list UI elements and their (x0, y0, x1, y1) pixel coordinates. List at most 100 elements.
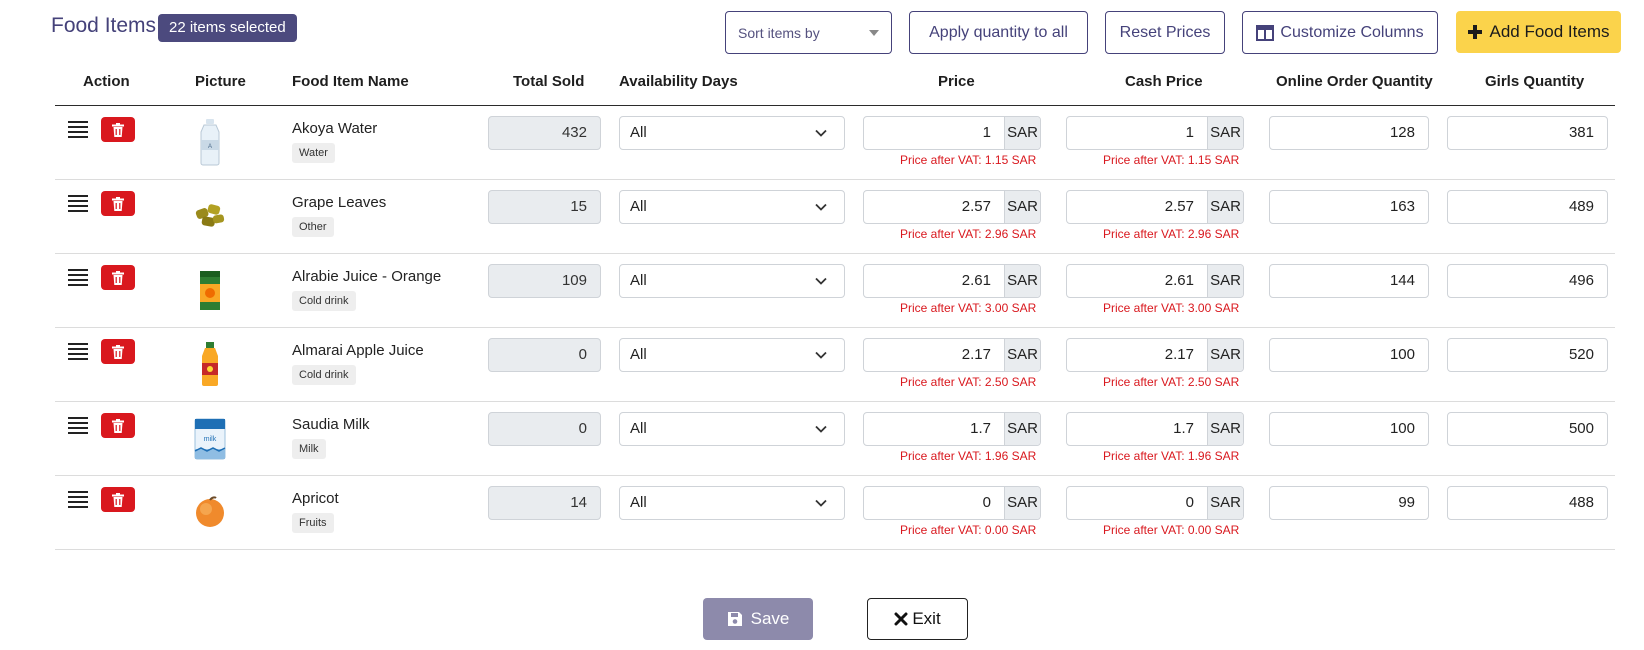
chevron-down-icon (815, 499, 827, 507)
availability-value: All (630, 198, 647, 215)
col-header-price: Price (938, 73, 975, 90)
chevron-down-icon (815, 129, 827, 137)
total-sold-field: 14 (488, 486, 601, 520)
col-header-availability: Availability Days (619, 73, 738, 90)
cash-price-value: 2.57 (1164, 198, 1194, 215)
online-order-quantity-input[interactable]: 100 (1269, 412, 1429, 446)
availability-days-select[interactable]: All (619, 486, 845, 520)
price-vat-note: Price after VAT: 1.96 SAR (900, 449, 1037, 463)
grape-leaves-icon (191, 191, 229, 241)
price-vat-note: Price after VAT: 2.96 SAR (900, 227, 1037, 241)
cash-price-vat-note: Price after VAT: 3.00 SAR (1103, 301, 1240, 315)
columns-icon (1256, 24, 1275, 41)
price-input[interactable]: 2.17 SAR (863, 338, 1041, 372)
delete-button[interactable] (101, 191, 135, 216)
girls-quantity-input[interactable]: 489 (1447, 190, 1608, 224)
page-title: Food Items (51, 14, 157, 37)
trash-icon (112, 196, 124, 211)
col-header-total-sold: Total Sold (513, 73, 585, 90)
drag-handle-icon[interactable] (68, 491, 88, 508)
online-order-quantity-input[interactable]: 100 (1269, 338, 1429, 372)
col-header-online-qty: Online Order Quantity (1276, 73, 1433, 90)
category-badge: Milk (292, 439, 326, 459)
delete-button[interactable] (101, 487, 135, 512)
cash-price-input[interactable]: 0 SAR (1066, 486, 1244, 520)
currency-addon: SAR (1004, 487, 1040, 519)
girls-quantity-input[interactable]: 520 (1447, 338, 1608, 372)
category-badge: Cold drink (292, 291, 356, 311)
availability-days-select[interactable]: All (619, 116, 845, 150)
availability-days-select[interactable]: All (619, 190, 845, 224)
availability-days-select[interactable]: All (619, 412, 845, 446)
drag-handle-icon[interactable] (68, 343, 88, 360)
col-header-cash-price: Cash Price (1125, 73, 1203, 90)
cash-price-input[interactable]: 1.7 SAR (1066, 412, 1244, 446)
total-sold-field: 109 (488, 264, 601, 298)
cash-price-input[interactable]: 2.57 SAR (1066, 190, 1244, 224)
price-vat-note: Price after VAT: 1.15 SAR (900, 153, 1037, 167)
currency-addon: SAR (1004, 265, 1040, 297)
apricot-icon (191, 487, 229, 537)
trash-icon (112, 270, 124, 285)
girls-quantity-input[interactable]: 381 (1447, 116, 1608, 150)
reset-prices-button[interactable]: Reset Prices (1105, 11, 1225, 54)
online-order-quantity-input[interactable]: 128 (1269, 116, 1429, 150)
total-sold-field: 0 (488, 338, 601, 372)
price-input[interactable]: 1 SAR (863, 116, 1041, 150)
price-value: 2.57 (961, 198, 991, 215)
delete-button[interactable] (101, 265, 135, 290)
online-order-quantity-input[interactable]: 163 (1269, 190, 1429, 224)
cash-price-value: 1 (1185, 124, 1194, 141)
water-bottle-icon: A (191, 117, 229, 167)
category-badge: Other (292, 217, 334, 237)
price-input[interactable]: 2.57 SAR (863, 190, 1041, 224)
apply-quantity-button[interactable]: Apply quantity to all (909, 11, 1088, 54)
food-item-name: Saudia Milk (292, 416, 370, 433)
online-order-quantity-input[interactable]: 144 (1269, 264, 1429, 298)
trash-icon (112, 418, 124, 433)
drag-handle-icon[interactable] (68, 269, 88, 286)
price-vat-note: Price after VAT: 2.50 SAR (900, 375, 1037, 389)
delete-button[interactable] (101, 117, 135, 142)
milk-carton-icon: milk (191, 413, 229, 463)
drag-handle-icon[interactable] (68, 195, 88, 212)
availability-value: All (630, 420, 647, 437)
delete-button[interactable] (101, 413, 135, 438)
exit-button[interactable]: Exit (867, 598, 968, 640)
currency-addon: SAR (1004, 117, 1040, 149)
cash-price-vat-note: Price after VAT: 0.00 SAR (1103, 523, 1240, 537)
delete-button[interactable] (101, 339, 135, 364)
food-item-name: Almarai Apple Juice (292, 342, 424, 359)
add-food-items-button[interactable]: Add Food Items (1456, 11, 1621, 53)
category-badge: Cold drink (292, 365, 356, 385)
availability-days-select[interactable]: All (619, 264, 845, 298)
juice-bottle-icon (191, 339, 229, 389)
table-row: Almarai Apple Juice Cold drink 0 All 2.17 SAR… (55, 328, 1615, 402)
chevron-down-icon (815, 277, 827, 285)
cash-price-vat-note: Price after VAT: 1.96 SAR (1103, 449, 1240, 463)
selected-count-badge: 22 items selected (158, 14, 297, 42)
save-button[interactable]: Save (703, 598, 813, 640)
customize-columns-button[interactable]: Customize Columns (1242, 11, 1438, 54)
price-value: 1 (982, 124, 991, 141)
sort-items-select[interactable]: Sort items by (725, 11, 892, 54)
cash-price-input[interactable]: 1 SAR (1066, 116, 1244, 150)
drag-handle-icon[interactable] (68, 417, 88, 434)
price-input[interactable]: 1.7 SAR (863, 412, 1041, 446)
cash-price-vat-note: Price after VAT: 2.50 SAR (1103, 375, 1240, 389)
price-input[interactable]: 2.61 SAR (863, 264, 1041, 298)
food-item-name: Alrabie Juice - Orange (292, 268, 442, 285)
online-order-quantity-input[interactable]: 99 (1269, 486, 1429, 520)
sort-items-placeholder: Sort items by (738, 24, 820, 41)
cash-price-input[interactable]: 2.61 SAR (1066, 264, 1244, 298)
availability-days-select[interactable]: All (619, 338, 845, 372)
cash-price-input[interactable]: 2.17 SAR (1066, 338, 1244, 372)
col-header-picture: Picture (195, 73, 246, 90)
price-input[interactable]: 0 SAR (863, 486, 1041, 520)
girls-quantity-input[interactable]: 488 (1447, 486, 1608, 520)
girls-quantity-input[interactable]: 500 (1447, 412, 1608, 446)
availability-value: All (630, 124, 647, 141)
drag-handle-icon[interactable] (68, 121, 88, 138)
girls-quantity-input[interactable]: 496 (1447, 264, 1608, 298)
total-sold-field: 15 (488, 190, 601, 224)
